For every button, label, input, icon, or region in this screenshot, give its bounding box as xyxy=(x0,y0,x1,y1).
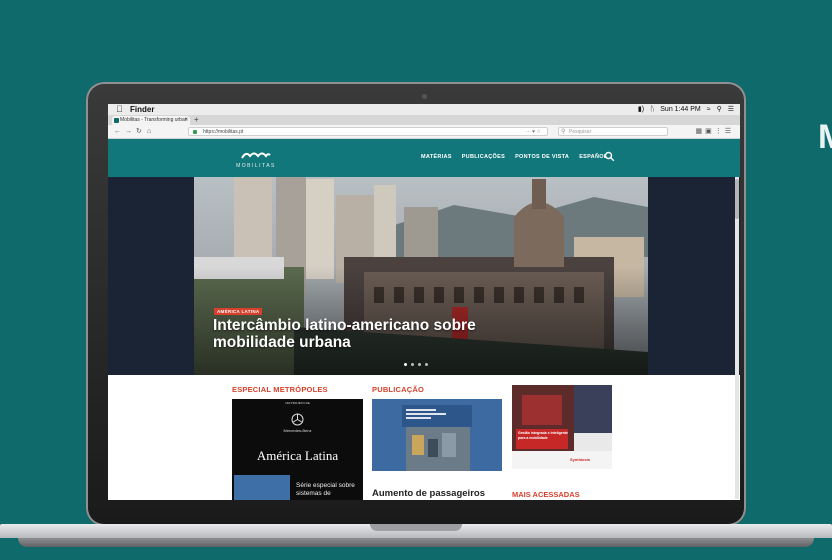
bluetooth-icon[interactable]: ᚢ xyxy=(650,104,654,115)
hero-side-panel-right xyxy=(648,177,740,375)
card-publicacao[interactable]: PUBLICAÇÃO Aumento de passageiros xyxy=(372,385,512,500)
back-arrow-icon[interactable]: ← xyxy=(114,126,121,137)
browser-tab[interactable]: Mobilitas - Transforming urban × xyxy=(112,116,190,125)
menu-list-icon[interactable]: ☰ xyxy=(728,104,734,115)
promo-text: Gestão integrada e inteligente para a mo… xyxy=(518,431,568,440)
mercedes-star-icon xyxy=(291,413,304,426)
card-america-latina-title: América Latina xyxy=(256,448,339,463)
nav-item-materias[interactable]: MATÉRIAS xyxy=(421,154,452,160)
tab-favicon-icon xyxy=(114,118,119,123)
card-image[interactable] xyxy=(372,399,502,471)
card-image[interactable]: UM PROJETO DE Mercedes-Benz América Lati… xyxy=(232,399,363,500)
card-heading[interactable]: ESPECIAL METRÓPOLES xyxy=(232,385,363,394)
hero-slide[interactable]: AMÉRICA LATINA Intercâmbio latino-americ… xyxy=(194,177,648,375)
menu-status-area: ▮) ᚢ Sun 1:44 PM ≈ ⚲ ☰ xyxy=(638,104,734,115)
card-promo[interactable]: Gestão integrada e inteligente para a mo… xyxy=(512,385,612,500)
browser-search-input[interactable]: ⚲ Pesquisar xyxy=(558,127,668,136)
laptop-base-bottom xyxy=(18,538,814,547)
address-url: https://mobilitas.pt xyxy=(203,129,244,135)
hero-carousel-dots xyxy=(404,363,428,366)
site-search-icon[interactable] xyxy=(604,151,615,162)
card-especial-metropoles[interactable]: ESPECIAL METRÓPOLES UM PROJETO DE Merced… xyxy=(232,385,363,500)
page-actions-icons[interactable]: ··· ♥ ☆ xyxy=(526,128,541,137)
toolbar-extension-icons[interactable]: ▦▣⋮☰ xyxy=(695,126,734,137)
laptop-screen:  Finder ▮) ᚢ Sun 1:44 PM ≈ ⚲ ☰ Mobilita… xyxy=(108,104,740,500)
spotlight-icon[interactable]: ⚲ xyxy=(717,104,722,115)
hero-headline[interactable]: Intercâmbio latino-americano sobre mobil… xyxy=(213,317,543,351)
scrollbar-thumb[interactable] xyxy=(735,179,739,219)
wifi-icon[interactable]: ≈ xyxy=(707,104,711,115)
search-icon: ⚲ xyxy=(561,129,566,135)
page-scrollbar[interactable] xyxy=(735,177,739,499)
site-header: MOBILITAS MATÉRIAS PUBLICAÇÕES PONTOS DE… xyxy=(108,139,740,177)
search-placeholder: Pesquisar xyxy=(569,129,592,135)
home-icon[interactable]: ⌂ xyxy=(147,126,151,137)
mais-acessadas-heading[interactable]: MAIS ACESSADAS xyxy=(512,490,612,499)
tab-title: Mobilitas - Transforming urban xyxy=(120,117,188,123)
logo-wordmark[interactable]: MOBILITAS xyxy=(231,163,281,169)
card-brand: Mercedes-Benz xyxy=(283,428,312,433)
laptop-camera xyxy=(422,94,427,99)
hero-category-badge[interactable]: AMÉRICA LATINA xyxy=(214,308,263,315)
publication-cover-image xyxy=(402,405,472,471)
lock-icon xyxy=(193,130,197,134)
card-image[interactable]: Gestão integrada e inteligente para a mo… xyxy=(512,385,612,469)
laptop-base xyxy=(0,524,832,560)
nav-item-publicacoes[interactable]: PUBLICAÇÕES xyxy=(462,154,505,160)
corner-partial-text: M xyxy=(818,118,832,157)
carousel-dot[interactable] xyxy=(425,363,428,366)
browser-tab-bar: Mobilitas - Transforming urban × + xyxy=(108,115,740,125)
reload-icon[interactable]: ↻ xyxy=(136,126,142,137)
address-bar[interactable]: https://mobilitas.pt ··· ♥ ☆ xyxy=(188,127,548,136)
tab-close-icon[interactable]: × xyxy=(184,116,188,125)
mac-menu-bar:  Finder ▮) ᚢ Sun 1:44 PM ≈ ⚲ ☰ xyxy=(108,104,740,115)
card-caption[interactable]: Série especial sobre sistemas de xyxy=(296,482,363,498)
hero-side-panel-left xyxy=(108,177,194,375)
mobilitas-logo-icon[interactable] xyxy=(241,150,271,160)
carousel-dot[interactable] xyxy=(418,363,421,366)
site-nav: MATÉRIAS PUBLICAÇÕES PONTOS DE VISTA ESP… xyxy=(421,154,607,160)
card-caption[interactable]: Aumento de passageiros xyxy=(372,488,512,499)
promo-ad-image xyxy=(512,385,612,469)
carousel-dot[interactable] xyxy=(404,363,407,366)
volume-icon[interactable]: ▮) xyxy=(638,104,644,115)
carousel-dot[interactable] xyxy=(411,363,414,366)
browser-toolbar: ← → ↻ ⌂ https://mobilitas.pt ··· ♥ ☆ ⚲ P… xyxy=(108,125,740,139)
apple-icon[interactable]:  xyxy=(116,104,123,115)
forward-arrow-icon[interactable]: → xyxy=(125,126,132,137)
card-overline: UM PROJETO DE xyxy=(285,401,310,405)
menu-app-name[interactable]: Finder xyxy=(130,104,154,115)
new-tab-button[interactable]: + xyxy=(194,115,199,125)
nav-item-pontos-de-vista[interactable]: PONTOS DE VISTA xyxy=(515,154,569,160)
promo-brand: Symbiosis xyxy=(570,457,591,462)
menu-clock[interactable]: Sun 1:44 PM xyxy=(660,104,700,115)
card-thumbnail xyxy=(234,475,290,500)
laptop-opening-notch xyxy=(370,524,462,531)
card-heading[interactable]: PUBLICAÇÃO xyxy=(372,385,512,394)
